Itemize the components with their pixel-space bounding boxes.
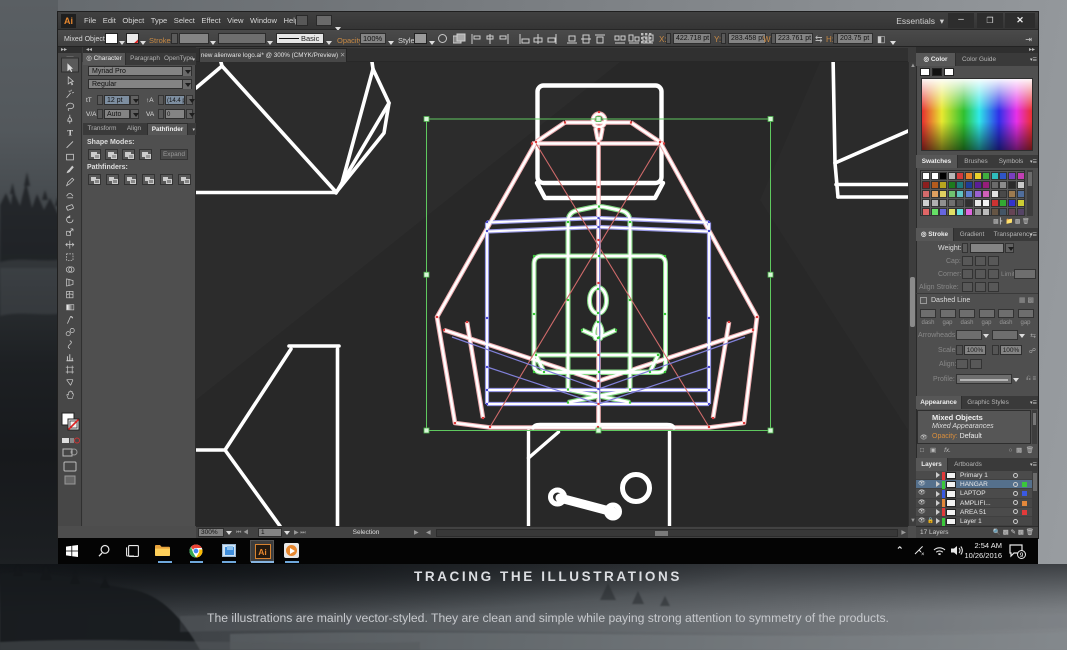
svg-text:×: × bbox=[921, 552, 925, 557]
svg-text:T: T bbox=[67, 127, 73, 137]
svg-text:9: 9 bbox=[1020, 552, 1024, 559]
